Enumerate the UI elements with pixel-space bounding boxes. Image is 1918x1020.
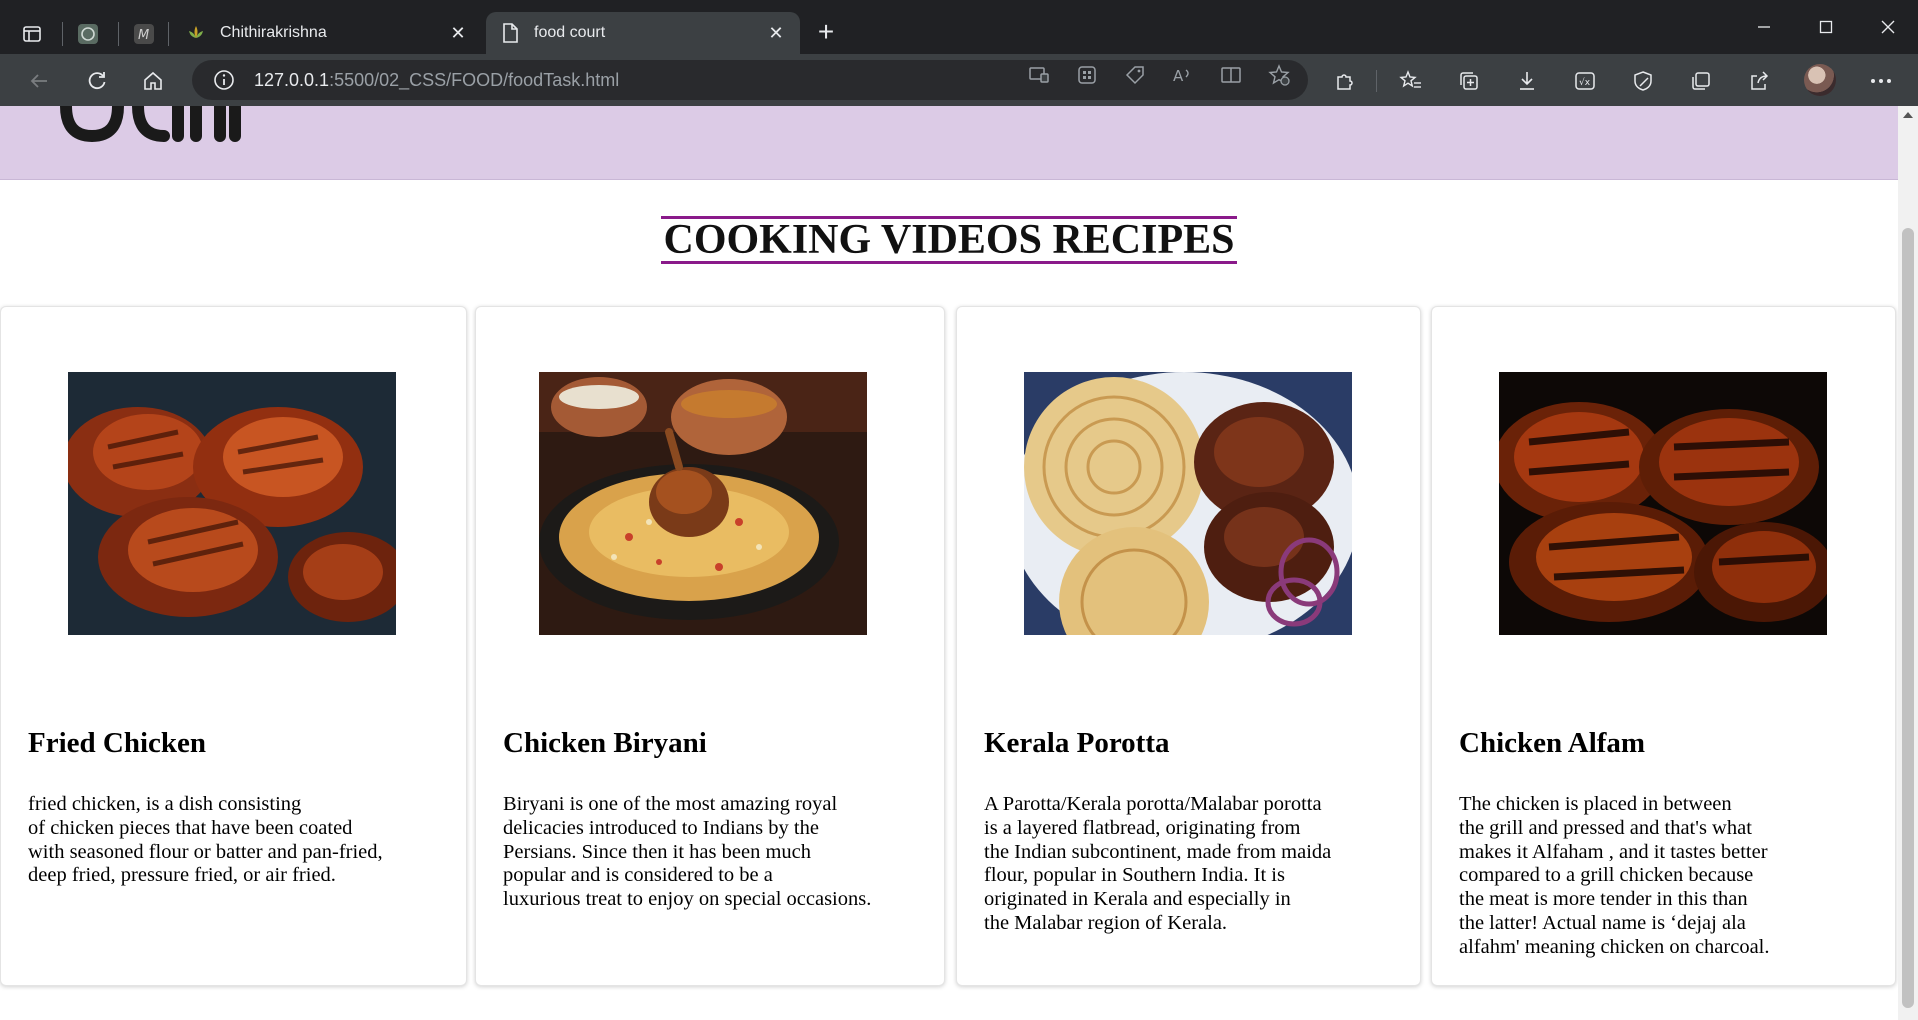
- scroll-up-icon[interactable]: [1903, 112, 1913, 118]
- pinned-tab-m-icon[interactable]: M: [128, 18, 160, 50]
- new-tab-icon[interactable]: +: [810, 18, 842, 50]
- profile-avatar[interactable]: [1804, 64, 1836, 96]
- downloads-icon[interactable]: [1512, 66, 1542, 96]
- vertical-scrollbar[interactable]: [1898, 106, 1918, 1020]
- section-title: COOKING VIDEOS RECIPES: [661, 216, 1237, 264]
- read-aloud-icon[interactable]: A: [1170, 62, 1196, 88]
- fried-chicken-photo: [68, 372, 396, 635]
- immersive-reader-icon[interactable]: [1218, 62, 1244, 88]
- recipe-description: Biryani is one of the most amazing royal…: [503, 793, 872, 911]
- back-icon[interactable]: [22, 64, 56, 98]
- url-text: 127.0.0.1:5500/02_CSS/FOOD/foodTask.html: [254, 69, 620, 90]
- svg-text:M: M: [138, 28, 149, 43]
- tab-actions-icon[interactable]: [16, 18, 48, 50]
- recipe-description: A Parotta/Kerala porotta/Malabar porotta…: [984, 793, 1332, 934]
- recipe-name: Chicken Alfam: [1459, 727, 1646, 759]
- split-screen-icon[interactable]: [1686, 66, 1716, 96]
- page-viewport: COOKING VIDEOS RECIPES Fried Chicken fri…: [0, 106, 1898, 1020]
- svg-text:A: A: [1173, 67, 1184, 85]
- document-favicon-icon: [500, 23, 520, 43]
- pinned-tab-chatgpt-icon[interactable]: [72, 18, 104, 50]
- maximize-icon[interactable]: [1796, 10, 1856, 44]
- close-window-icon[interactable]: [1858, 10, 1918, 44]
- recipe-card[interactable]: Chicken Biryani Biryani is one of the mo…: [475, 306, 945, 986]
- site-header: [0, 106, 1898, 180]
- share-icon[interactable]: [1744, 66, 1774, 96]
- scrollbar-thumb[interactable]: [1902, 228, 1914, 1008]
- minimize-icon[interactable]: [1734, 10, 1794, 44]
- site-logo[interactable]: [60, 106, 260, 146]
- reload-icon[interactable]: [80, 64, 114, 98]
- math-solver-icon[interactable]: √x: [1570, 66, 1600, 96]
- browser-toolbar: 127.0.0.1:5500/02_CSS/FOOD/foodTask.html…: [0, 54, 1918, 106]
- recipe-card[interactable]: Fried Chicken fried chicken, is a dish c…: [0, 306, 467, 986]
- recipe-card[interactable]: Chicken Alfam The chicken is placed in b…: [1431, 306, 1896, 986]
- browser-tab-bar: M Chithirakrishna ✕ food court ✕ +: [0, 0, 1918, 54]
- extensions-icon[interactable]: [1330, 66, 1360, 96]
- more-options-icon[interactable]: [1866, 66, 1896, 96]
- browser-essentials-icon[interactable]: [1628, 66, 1658, 96]
- chicken-alfam-photo: [1499, 372, 1827, 635]
- close-tab-icon[interactable]: ✕: [448, 23, 468, 43]
- tab-chithirakrishna[interactable]: Chithirakrishna ✕: [172, 12, 482, 54]
- svg-text:√x: √x: [1579, 77, 1591, 88]
- app-available-icon[interactable]: [1026, 62, 1052, 88]
- recipe-description: The chicken is placed in between the gri…: [1459, 793, 1770, 958]
- tab-title: food court: [534, 24, 606, 41]
- site-info-icon[interactable]: [212, 68, 236, 92]
- recipe-description: fried chicken, is a dish consisting of c…: [28, 793, 383, 887]
- favorites-icon[interactable]: [1396, 66, 1426, 96]
- recipe-name: Fried Chicken: [28, 727, 207, 759]
- coupon-tag-icon[interactable]: [1122, 62, 1148, 88]
- home-icon[interactable]: [136, 64, 170, 98]
- recipe-name: Kerala Porotta: [984, 727, 1170, 759]
- add-favorite-icon[interactable]: [1266, 62, 1292, 88]
- recipe-name: Chicken Biryani: [503, 727, 707, 759]
- apps-grid-icon[interactable]: [1074, 62, 1100, 88]
- tab-food-court[interactable]: food court ✕: [486, 12, 800, 54]
- kerala-porotta-photo: [1024, 372, 1352, 635]
- lotus-favicon-icon: [186, 23, 206, 43]
- collections-icon[interactable]: [1454, 66, 1484, 96]
- recipe-card[interactable]: Kerala Porotta A Parotta/Kerala porotta/…: [956, 306, 1421, 986]
- close-tab-icon[interactable]: ✕: [766, 23, 786, 43]
- tab-title: Chithirakrishna: [220, 24, 327, 41]
- chicken-biryani-photo: [539, 372, 867, 635]
